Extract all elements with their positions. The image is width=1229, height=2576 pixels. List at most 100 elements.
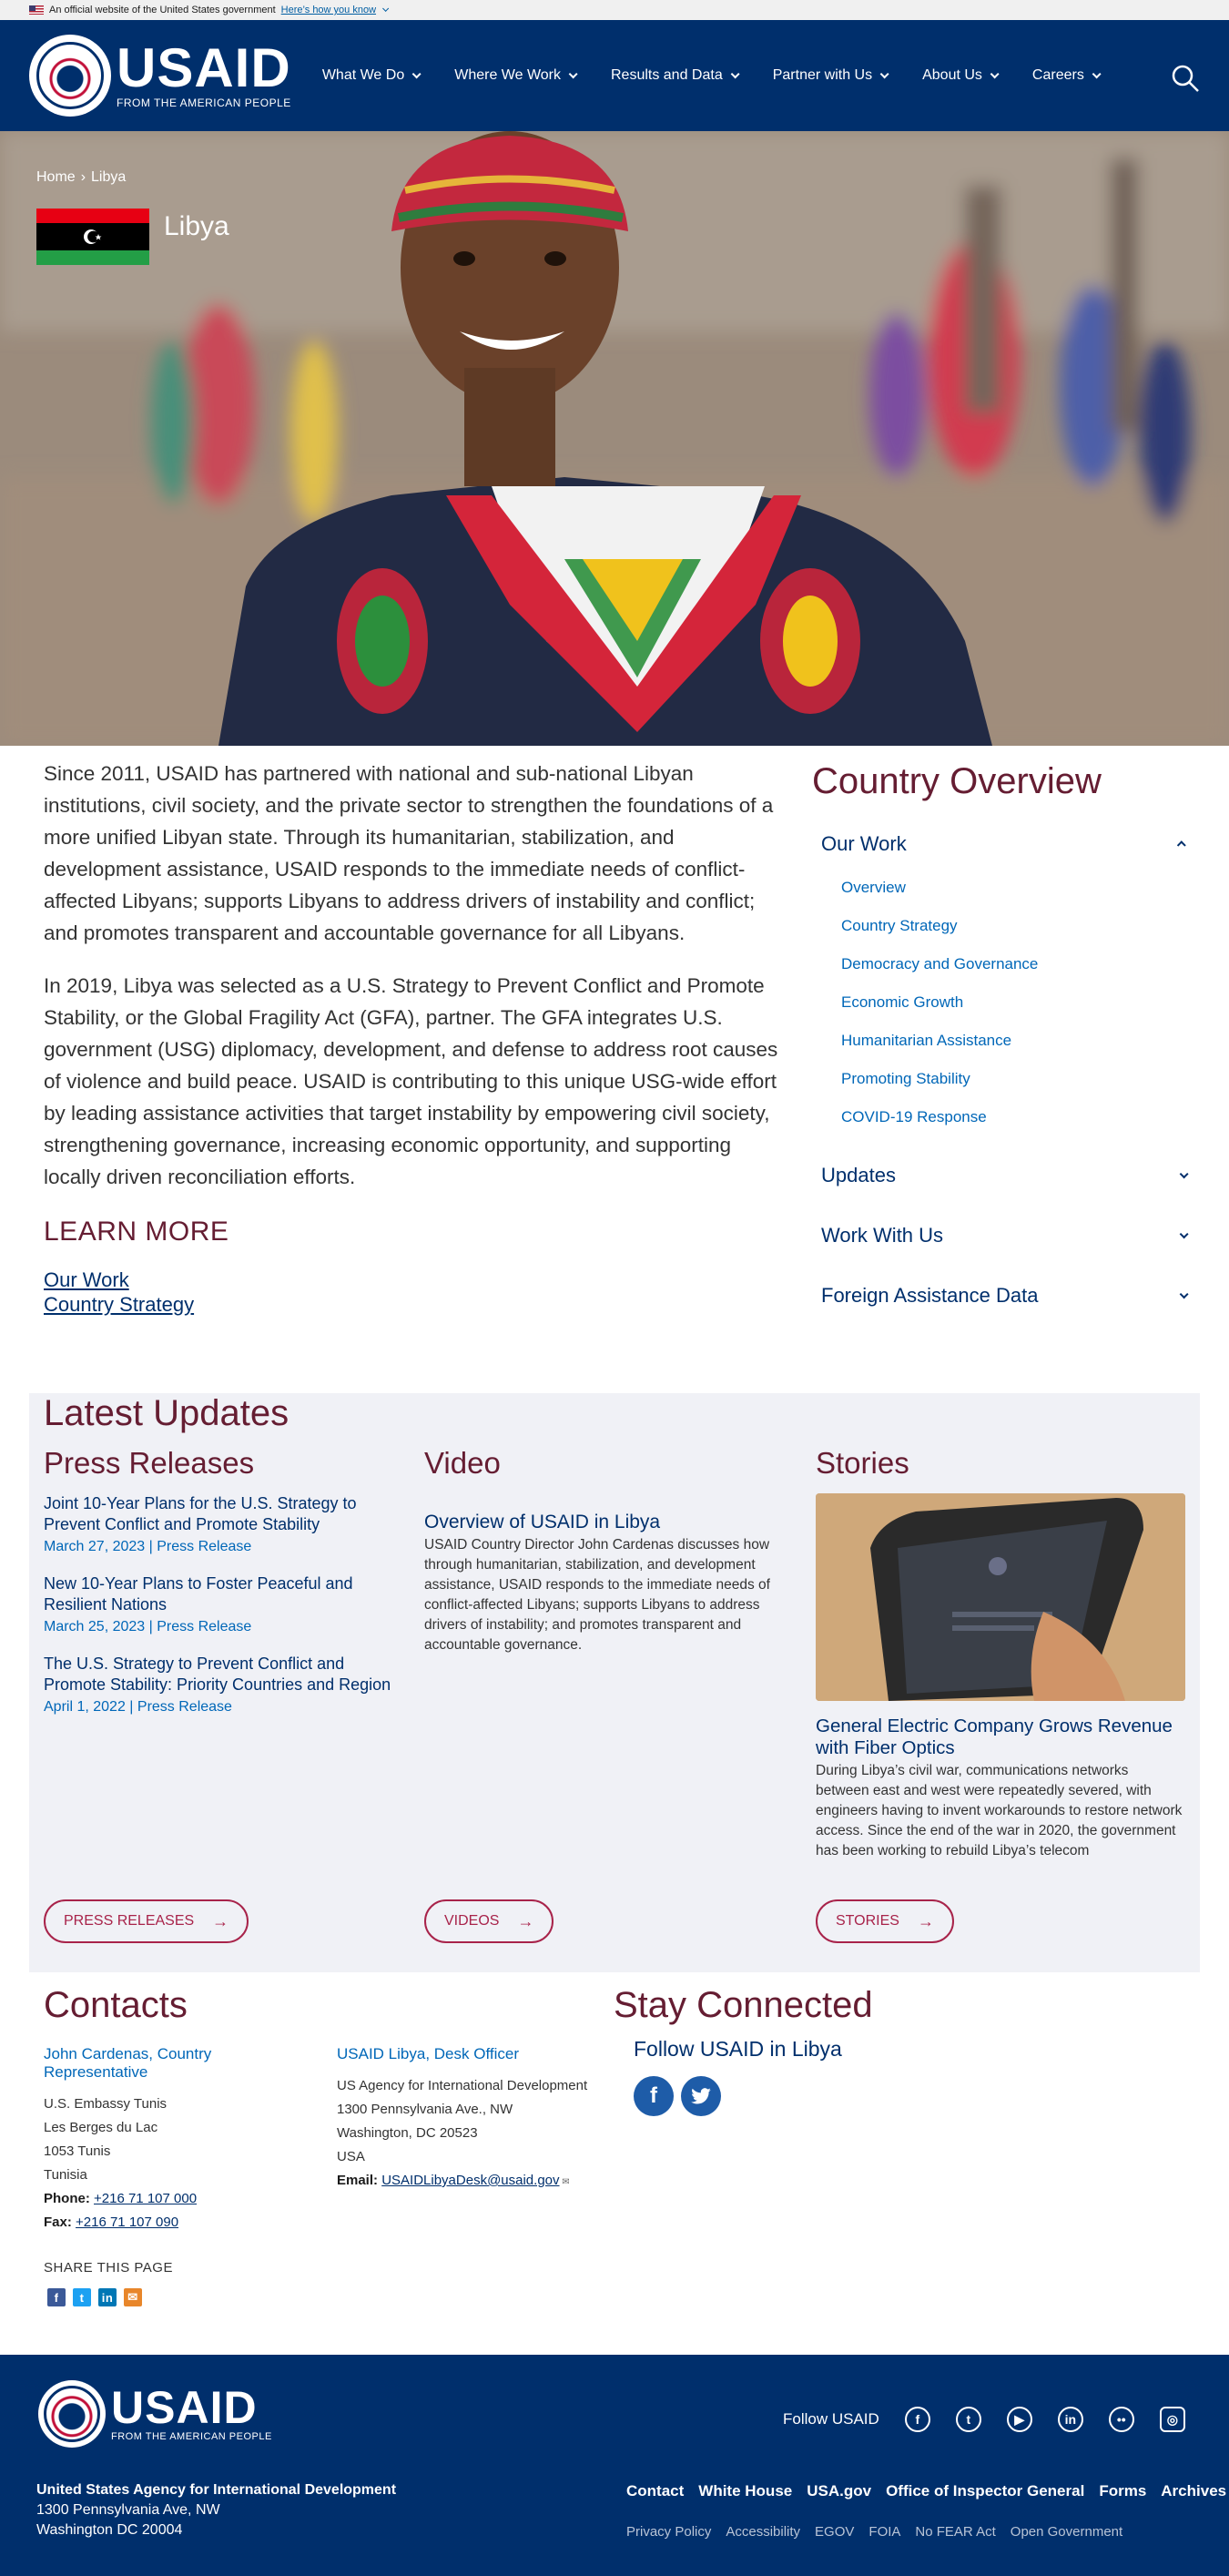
press-release-title[interactable]: The U.S. Strategy to Prevent Conflict an… [44,1654,399,1695]
follow-label: Follow USAID in Libya [634,2037,842,2061]
chevron-down-icon [411,68,422,78]
footer-logo[interactable]: USAID FROM THE AMERICAN PEOPLE [38,2380,272,2448]
footer-tagline: FROM THE AMERICAN PEOPLE [111,2431,272,2442]
democracy-governance-link[interactable]: Democracy and Governance [841,955,1038,972]
contact-card: John Cardenas, Country Representative U.… [44,2045,280,2235]
press-release-title[interactable]: New 10-Year Plans to Foster Peaceful and… [44,1573,399,1615]
country-strategy-link[interactable]: Country Strategy [841,917,958,934]
arrow-right-icon: → [517,1911,534,1930]
arrow-right-icon: → [212,1911,229,1930]
country-overview: Country Overview Our Work Overview Count… [812,758,1194,1326]
story-item-title[interactable]: General Electric Company Grows Revenue w… [816,1716,1200,1759]
contact-name[interactable]: USAID Libya, Desk Officer [337,2045,610,2063]
our-work-link[interactable]: Our Work [44,1268,229,1292]
nav-partner-with-us[interactable]: Partner with Us [773,67,889,84]
press-releases-button[interactable]: PRESS RELEASES → [44,1899,249,1943]
learn-more-title: LEARN MORE [44,1217,229,1247]
email-share-icon[interactable]: ✉ [124,2288,142,2306]
chevron-down-icon [879,68,889,78]
email-link[interactable]: USAIDLibyaDesk@usaid.gov [381,2173,559,2188]
footer-link-egov[interactable]: EGOV [815,2524,854,2540]
press-release-type: Press Release [137,1699,232,1715]
footer-link-open-government[interactable]: Open Government [1011,2524,1122,2540]
linkedin-icon[interactable]: in [1057,2407,1083,2432]
twitter-share-icon[interactable]: t [73,2288,91,2306]
search-icon[interactable] [1171,64,1200,93]
footer-link-foia[interactable]: FOIA [868,2524,900,2540]
breadcrumb-separator: › [80,169,86,185]
facebook-icon[interactable]: f [904,2407,930,2432]
chevron-down-icon [382,5,390,12]
phone-link[interactable]: +216 71 107 000 [94,2191,197,2206]
fax-link[interactable]: +216 71 107 090 [76,2215,178,2230]
facebook-share-icon[interactable]: f [47,2288,66,2306]
intro-paragraph-1: Since 2011, USAID has partnered with nat… [44,762,774,944]
twitter-icon[interactable] [681,2076,721,2116]
promoting-stability-link[interactable]: Promoting Stability [841,1070,970,1087]
footer-link-no-fear[interactable]: No FEAR Act [915,2524,995,2540]
nav-results-and-data[interactable]: Results and Data [611,67,740,84]
footer-link-forms[interactable]: Forms [1099,2482,1146,2500]
footer-org: United States Agency for International D… [36,2482,397,2498]
breadcrumb-home[interactable]: Home [36,169,76,186]
nav-careers[interactable]: Careers [1032,67,1102,84]
country-strategy-link[interactable]: Country Strategy [44,1292,229,1317]
list-item: Joint 10-Year Plans for the U.S. Strateg… [44,1493,399,1555]
usaid-logo[interactable]: USAID FROM THE AMERICAN PEOPLE [29,35,291,117]
stories-button[interactable]: STORIES → [816,1899,954,1943]
facebook-icon[interactable]: f [634,2076,674,2116]
footer-links: Contact White House USA.gov Office of In… [626,2482,1226,2500]
contact-name[interactable]: John Cardenas, Country Representative [44,2045,280,2082]
address-line: USA [337,2149,365,2164]
address-line: Les Berges du Lac [44,2120,158,2135]
footer-link-privacy[interactable]: Privacy Policy [626,2524,711,2540]
press-releases-column: Press Releases Joint 10-Year Plans for t… [44,1446,399,1734]
press-releases-title: Press Releases [44,1446,255,1480]
press-release-title[interactable]: Joint 10-Year Plans for the U.S. Strateg… [44,1493,399,1535]
footer-link-white-house[interactable]: White House [698,2482,792,2500]
footer-link-archives[interactable]: Archives [1161,2482,1226,2500]
instagram-icon[interactable]: ◎ [1159,2407,1185,2432]
footer-link-usa-gov[interactable]: USA.gov [807,2482,871,2500]
covid-response-link[interactable]: COVID-19 Response [841,1108,987,1125]
videos-button[interactable]: VIDEOS → [424,1899,554,1943]
footer-wordmark: USAID [111,2382,258,2433]
footer-address-line: 1300 Pennsylvania Ave, NW [36,2502,220,2518]
nav-where-we-work[interactable]: Where We Work [454,67,578,84]
twitter-icon[interactable]: t [955,2407,981,2432]
video-item-title[interactable]: Overview of USAID in Libya [424,1512,793,1533]
stay-connected: Stay Connected Follow USAID in Libya f [614,1985,873,2116]
libya-flag-icon [36,209,149,265]
how-you-know-link[interactable]: Here’s how you know [281,5,376,15]
youtube-icon[interactable]: ▶ [1006,2407,1032,2432]
overview-link[interactable]: Overview [841,879,906,896]
accordion-foreign-assistance[interactable]: Foreign Assistance Data [812,1266,1194,1326]
nav-what-we-do[interactable]: What We Do [322,67,422,84]
accordion-our-work[interactable]: Our Work [812,823,1194,865]
footer-link-oig[interactable]: Office of Inspector General [886,2482,1084,2500]
main-nav: What We Do Where We Work Results and Dat… [322,67,1102,84]
address-line: US Agency for International Development [337,2078,588,2093]
external-mail-icon: ✉ [559,2177,570,2187]
footer-link-accessibility[interactable]: Accessibility [726,2524,800,2540]
press-release-date: March 25, 2023 [44,1619,146,1634]
latest-updates: Latest Updates Press Releases Joint 10-Y… [29,1393,1200,1972]
chevron-down-icon [730,68,740,78]
us-flag-icon [29,5,44,15]
video-column: Video Overview of USAID in Libya USAID C… [424,1446,793,1655]
story-image[interactable] [816,1493,1185,1701]
linkedin-share-icon[interactable]: in [98,2288,117,2306]
footer-link-contact[interactable]: Contact [626,2482,684,2500]
logo-wordmark: USAID [117,37,291,98]
footer-social: Follow USAID f t ▶ in •• ◎ [783,2407,1185,2432]
humanitarian-assistance-link[interactable]: Humanitarian Assistance [841,1032,1011,1049]
chevron-down-icon [1179,1228,1189,1238]
press-release-date: March 27, 2023 [44,1539,146,1554]
address-line: 1300 Pennsylvania Ave., NW [337,2102,513,2117]
economic-growth-link[interactable]: Economic Growth [841,993,963,1011]
flickr-icon[interactable]: •• [1108,2407,1134,2432]
accordion-work-with-us[interactable]: Work With Us [812,1206,1194,1266]
accordion-updates[interactable]: Updates [812,1145,1194,1206]
footer-address: United States Agency for International D… [36,2480,396,2540]
nav-about-us[interactable]: About Us [922,67,1000,84]
